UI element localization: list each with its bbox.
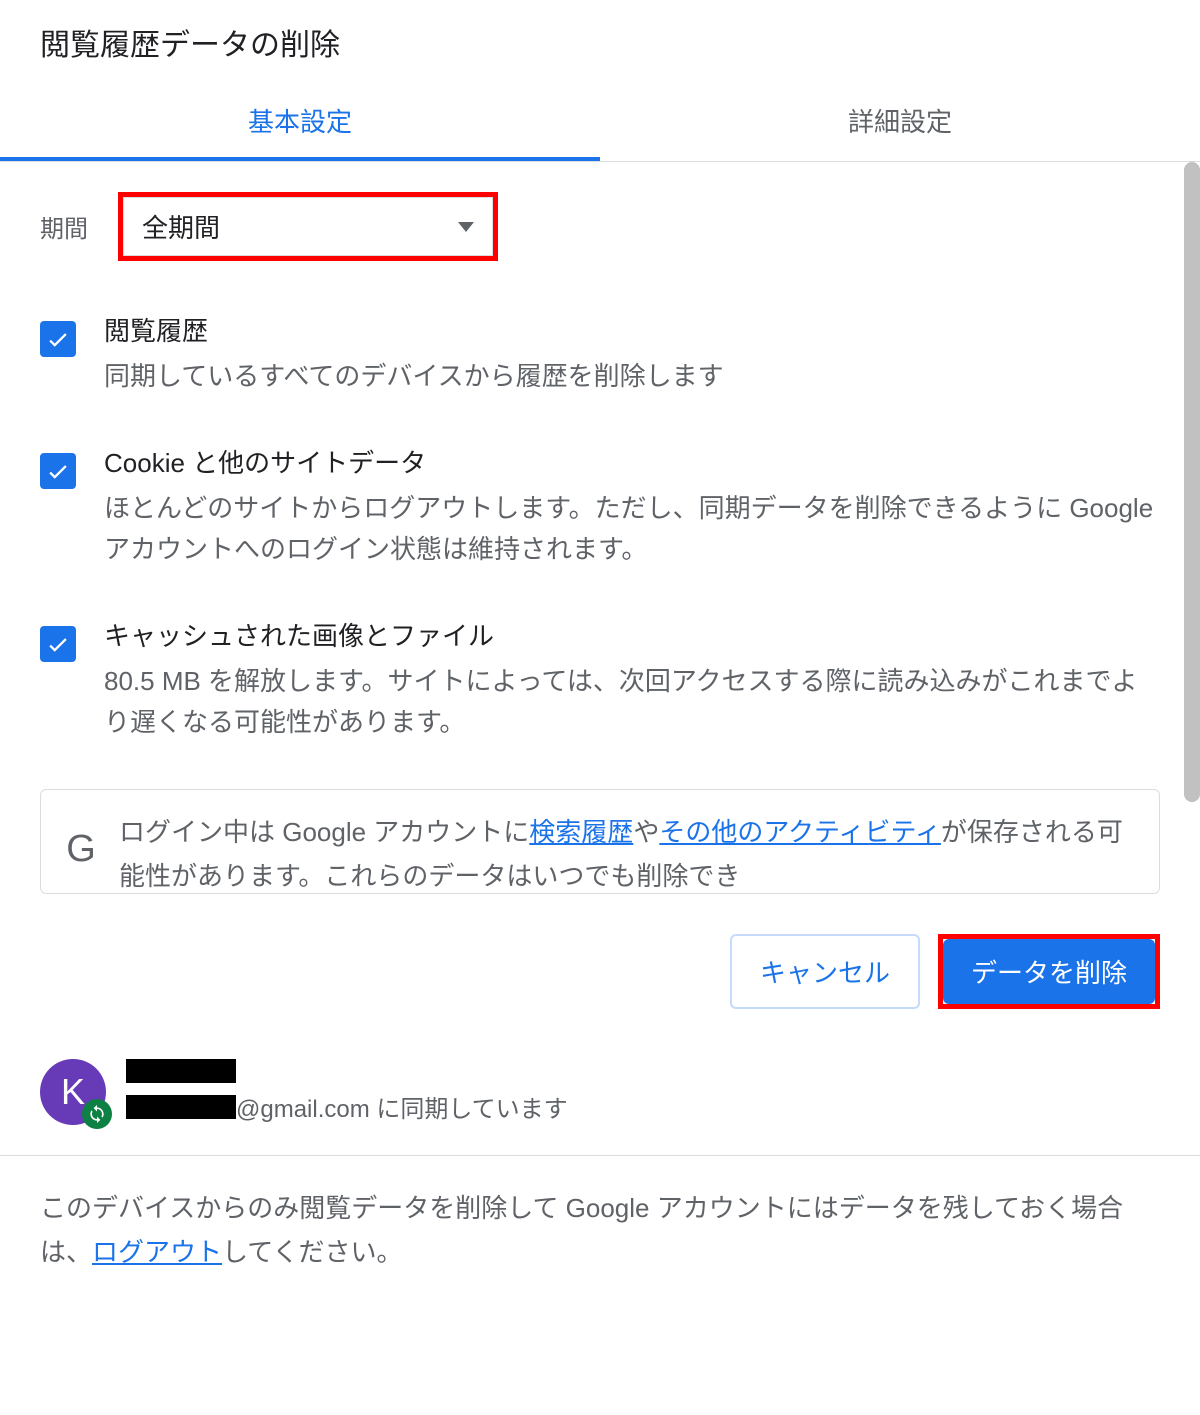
scrollbar-thumb[interactable]	[1184, 162, 1200, 802]
info-text: ログイン中は Google アカウントに検索履歴やその他のアクティビティが保存さ…	[119, 810, 1139, 894]
checkbox-title: Cookie と他のサイトデータ	[104, 443, 1160, 480]
other-activity-link[interactable]: その他のアクティビティ	[659, 817, 941, 847]
logout-link[interactable]: ログアウト	[92, 1237, 222, 1267]
checkbox-history[interactable]	[40, 321, 76, 357]
redacted-name	[126, 1059, 236, 1083]
period-selected-value: 全期間	[142, 208, 220, 245]
tab-basic[interactable]: 基本設定	[0, 84, 600, 161]
search-history-link[interactable]: 検索履歴	[529, 817, 633, 847]
dialog-content: 期間 全期間 閲覧履歴 同期しているすべてのデバイスから履歴を削除します	[0, 162, 1200, 894]
tabs: 基本設定 詳細設定	[0, 84, 1200, 162]
checkbox-desc: 同期しているすべてのデバイスから履歴を削除します	[104, 356, 1160, 398]
tab-advanced[interactable]: 詳細設定	[600, 84, 1200, 161]
checkbox-cookies[interactable]	[40, 453, 76, 489]
checkbox-item-cookies: Cookie と他のサイトデータ ほとんどのサイトからログアウトします。ただし、…	[40, 443, 1160, 571]
checkbox-item-cache: キャッシュされた画像とファイル 80.5 MB を解放します。サイトによっては、…	[40, 616, 1160, 744]
avatar-letter: K	[61, 1071, 85, 1113]
sync-badge-icon	[82, 1099, 112, 1129]
checkbox-cache[interactable]	[40, 626, 76, 662]
avatar: K	[40, 1059, 106, 1125]
checkbox-title: 閲覧履歴	[104, 311, 1160, 348]
redacted-email-prefix	[126, 1095, 236, 1119]
google-icon: G	[61, 828, 101, 868]
chevron-down-icon	[458, 222, 474, 232]
checkbox-title: キャッシュされた画像とファイル	[104, 616, 1160, 653]
period-select-highlight: 全期間	[118, 192, 498, 261]
footer-text: このデバイスからのみ閲覧データを削除して Google アカウントにはデータを残…	[0, 1156, 1200, 1304]
cancel-button[interactable]: キャンセル	[730, 934, 920, 1009]
checkbox-content: キャッシュされた画像とファイル 80.5 MB を解放します。サイトによっては、…	[104, 616, 1160, 744]
delete-button-highlight: データを削除	[938, 934, 1160, 1009]
checkbox-desc: ほとんどのサイトからログアウトします。ただし、同期データを削除できるように Go…	[104, 488, 1160, 571]
account-section: K @gmail.com に同期しています	[0, 1049, 1200, 1156]
sync-icon	[87, 1104, 107, 1124]
account-email: @gmail.com に同期しています	[126, 1089, 568, 1124]
button-row: キャンセル データを削除	[0, 894, 1200, 1049]
footer-text-after: してください。	[222, 1237, 402, 1267]
dialog-title: 閲覧履歴データの削除	[0, 0, 1200, 84]
period-select[interactable]: 全期間	[123, 197, 493, 256]
clear-browsing-data-dialog: 閲覧履歴データの削除 基本設定 詳細設定 期間 全期間 閲覧履歴 同期しているす…	[0, 0, 1200, 1304]
account-info: @gmail.com に同期しています	[126, 1059, 568, 1124]
period-row: 期間 全期間	[40, 192, 1160, 261]
checkbox-content: Cookie と他のサイトデータ ほとんどのサイトからログアウトします。ただし、…	[104, 443, 1160, 571]
checkbox-item-history: 閲覧履歴 同期しているすべてのデバイスから履歴を削除します	[40, 311, 1160, 398]
info-text-part: や	[633, 817, 659, 847]
email-suffix: @gmail.com に同期しています	[236, 1089, 568, 1124]
check-icon	[45, 458, 71, 484]
info-box: G ログイン中は Google アカウントに検索履歴やその他のアクティビティが保…	[40, 789, 1160, 894]
checkbox-desc: 80.5 MB を解放します。サイトによっては、次回アクセスする際に読み込みがこ…	[104, 661, 1160, 744]
checkbox-content: 閲覧履歴 同期しているすべてのデバイスから履歴を削除します	[104, 311, 1160, 398]
info-text-part: ログイン中は Google アカウントに	[119, 817, 529, 847]
check-icon	[45, 326, 71, 352]
period-label: 期間	[40, 209, 88, 244]
check-icon	[45, 631, 71, 657]
scrollbar[interactable]	[1184, 162, 1200, 802]
delete-data-button[interactable]: データを削除	[943, 939, 1155, 1004]
